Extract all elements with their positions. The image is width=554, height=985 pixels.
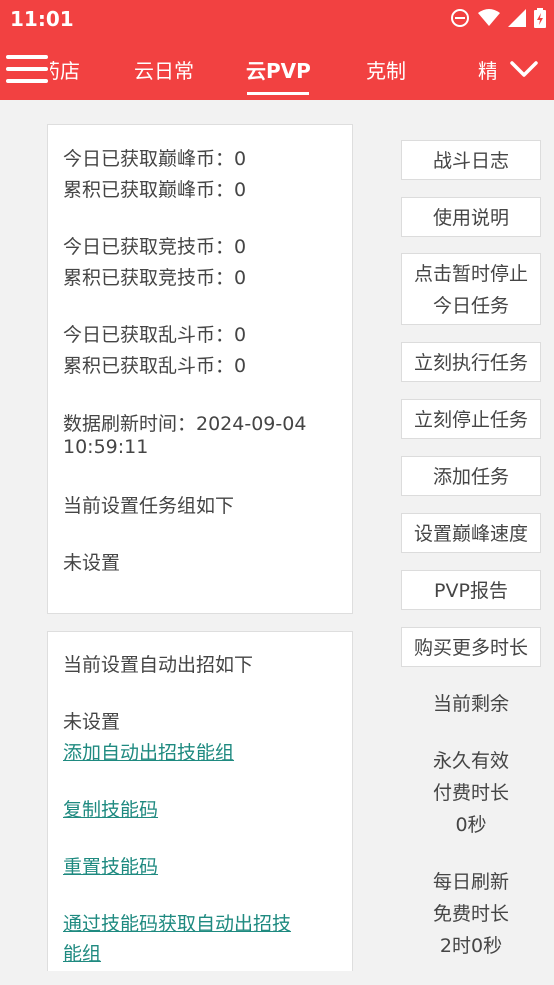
auto-skill-card: 当前设置自动出招如下 未设置 添加自动出招技能组 复制技能码 重置技能码 通过技… — [47, 631, 353, 971]
permanent-paid-time-label-1: 永久有效 — [432, 750, 509, 772]
wifi-icon — [478, 9, 500, 26]
add-task-button[interactable]: 添加任务 — [401, 456, 541, 496]
pause-today-tasks-button[interactable]: 点击暂时停止 今日任务 — [401, 253, 541, 325]
peak-coin-today: 今日已获取巅峰币：0 — [63, 148, 247, 170]
menu-icon[interactable] — [6, 55, 50, 85]
tab-counter[interactable]: 克制 — [366, 55, 406, 84]
remaining-time-label: 当前剩余 — [432, 693, 509, 715]
usage-guide-button[interactable]: 使用说明 — [401, 197, 541, 237]
buy-more-time-button[interactable]: 购买更多时长 — [401, 627, 541, 667]
auto-skill-title: 当前设置自动出招如下 — [63, 654, 254, 676]
pvp-report-button[interactable]: PVP报告 — [401, 570, 541, 610]
daily-free-time-value: 2时0秒 — [439, 935, 503, 957]
import-skill-code-link-cont[interactable]: 能组 — [63, 939, 101, 966]
task-group-value: 未设置 — [63, 552, 121, 574]
active-tab-indicator — [247, 92, 309, 95]
copy-skill-code-link[interactable]: 复制技能码 — [63, 795, 158, 822]
do-not-disturb-icon — [451, 9, 469, 27]
refresh-time-label: 数据刷新时间：2024-09-04 — [63, 413, 307, 435]
brawl-coin-total: 累积已获取乱斗币：0 — [63, 355, 247, 377]
add-skill-group-link[interactable]: 添加自动出招技能组 — [63, 738, 234, 765]
tab-cloud-daily[interactable]: 云日常 — [134, 55, 194, 84]
stop-task-now-button[interactable]: 立刻停止任务 — [401, 399, 541, 439]
status-bar: 11:01 — [0, 0, 554, 38]
pause-today-tasks-label-1: 点击暂时停止 — [413, 263, 528, 285]
pause-today-tasks-label-2: 今日任务 — [432, 295, 509, 317]
brawl-coin-today: 今日已获取乱斗币：0 — [63, 324, 247, 346]
tab-bar: 药店 云日常 云PVP 克制 精 — [0, 38, 554, 100]
expand-tabs-button[interactable] — [496, 38, 554, 100]
daily-free-time-label-2: 免费时长 — [432, 903, 509, 925]
stats-card: 今日已获取巅峰币：0 累积已获取巅峰币：0 今日已获取竞技币：0 累积已获取竞技… — [47, 124, 353, 614]
permanent-paid-time-value: 0秒 — [455, 814, 487, 836]
tab-cloud-pvp[interactable]: 云PVP — [246, 55, 311, 84]
set-peak-speed-button[interactable]: 设置巅峰速度 — [401, 513, 541, 553]
arena-coin-today: 今日已获取竞技币：0 — [63, 236, 247, 258]
battery-icon — [534, 8, 546, 28]
import-skill-code-link[interactable]: 通过技能码获取自动出招技 — [63, 909, 291, 936]
peak-coin-total: 累积已获取巅峰币：0 — [63, 179, 247, 201]
status-icons — [450, 8, 546, 28]
run-task-now-button[interactable]: 立刻执行任务 — [401, 342, 541, 382]
arena-coin-total: 累积已获取竞技币：0 — [63, 267, 247, 289]
permanent-paid-time-label-2: 付费时长 — [432, 782, 509, 804]
battle-log-button[interactable]: 战斗日志 — [401, 140, 541, 180]
refresh-time-value: 10:59:11 — [63, 436, 149, 458]
reset-skill-code-link[interactable]: 重置技能码 — [63, 852, 158, 879]
daily-free-time-label-1: 每日刷新 — [432, 871, 509, 893]
chevron-down-icon — [510, 61, 538, 77]
auto-skill-value: 未设置 — [63, 711, 121, 733]
signal-icon — [508, 9, 526, 27]
task-group-title: 当前设置任务组如下 — [63, 495, 235, 517]
tab-more-partial[interactable]: 精 — [478, 55, 498, 84]
status-time: 11:01 — [10, 7, 74, 31]
